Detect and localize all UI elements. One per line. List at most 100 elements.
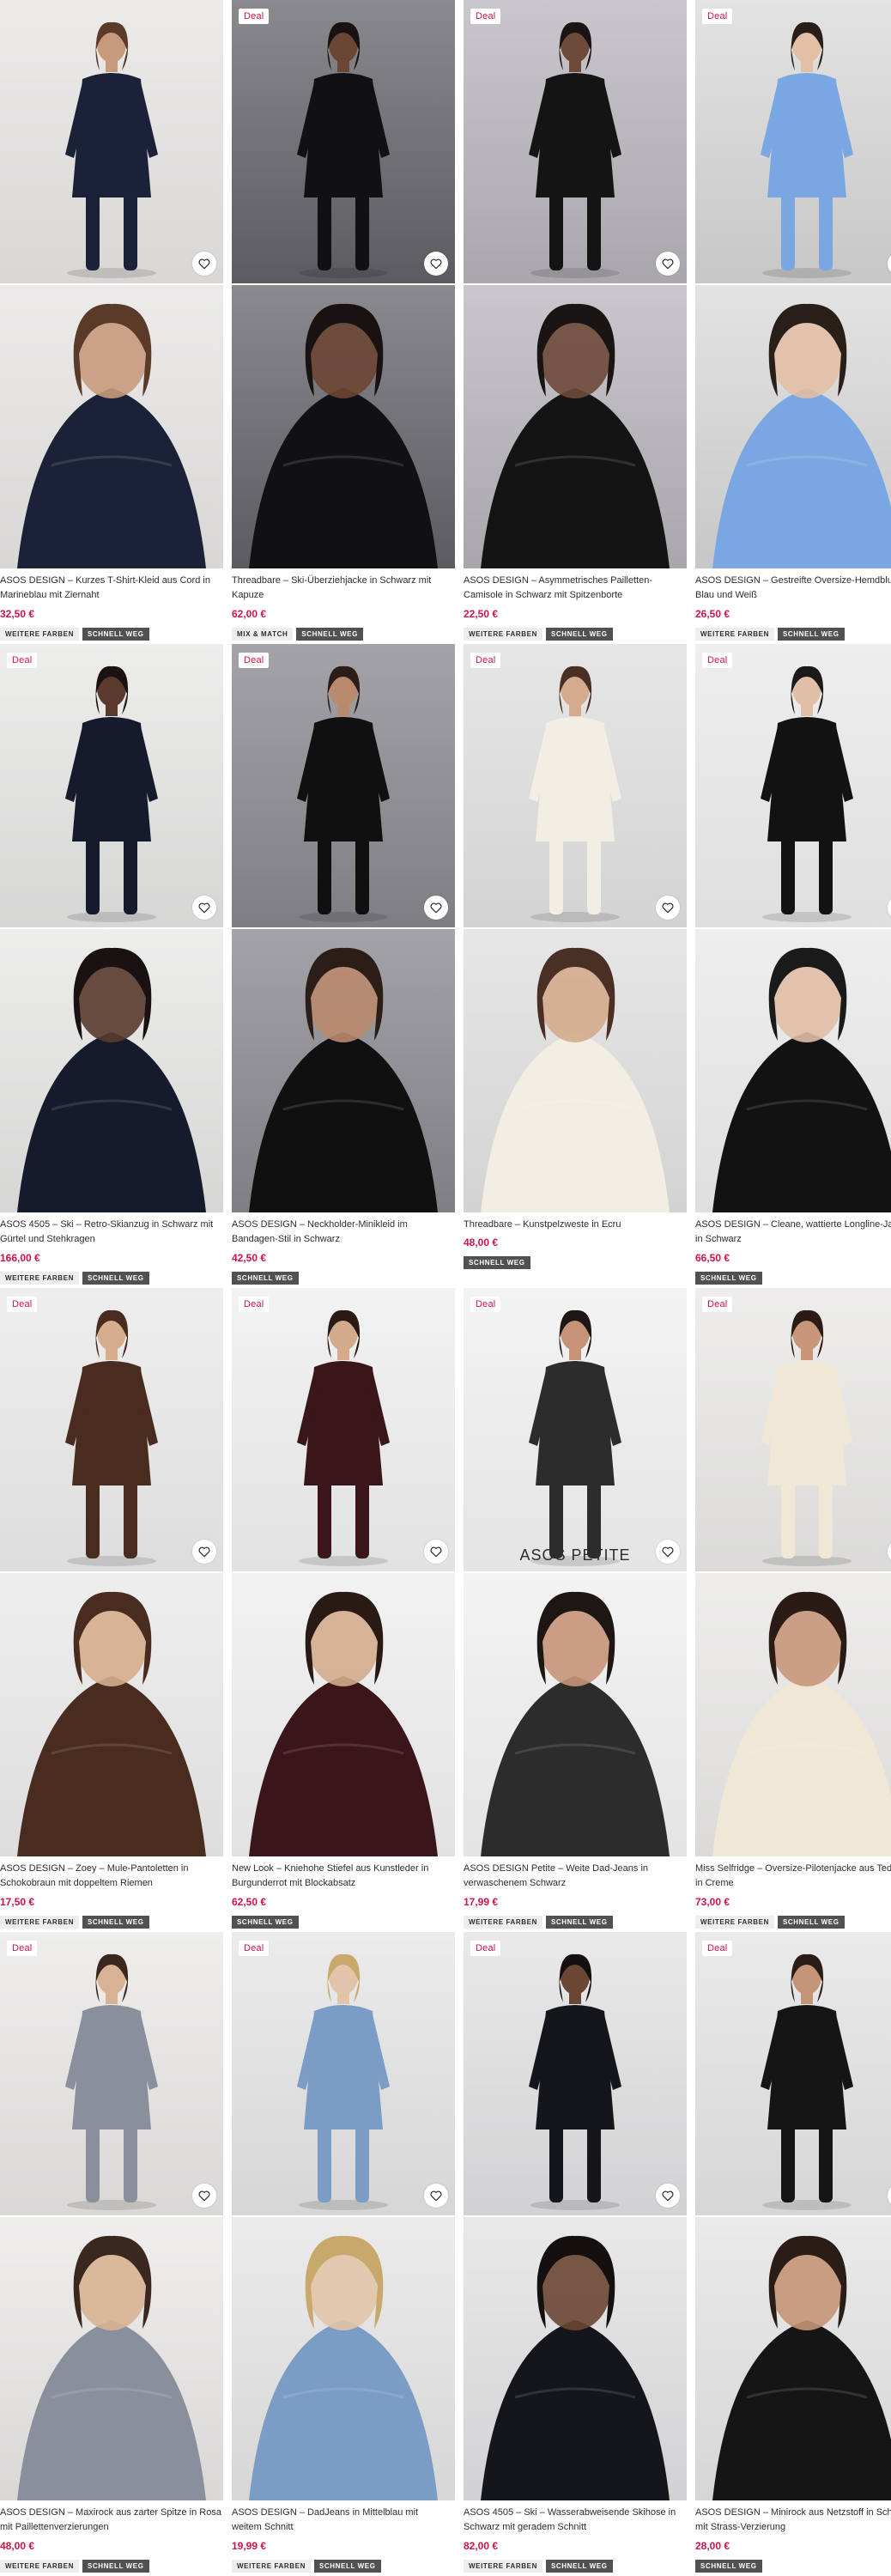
product-image-alternate[interactable] [0, 285, 223, 568]
product-image[interactable]: Deal [464, 644, 687, 927]
product-card[interactable]: Deal ASOS DESIGN – Maxirock aus zarter S… [0, 1932, 223, 2574]
product-image[interactable]: Deal [0, 1288, 223, 1571]
selling-fast-badge: SCHNELL WEG [545, 2560, 613, 2573]
product-title-line: verwaschenem Schwarz [464, 1878, 567, 1888]
product-price: 62,50 € [232, 1896, 267, 1908]
more-colours-badge: WEITERE FARBEN [0, 1272, 79, 1285]
product-title[interactable]: ASOS DESIGN – Kurzes T-Shirt-Kleid aus C… [0, 574, 223, 603]
product-title[interactable]: Threadbare – Kunstpelzweste in Ecru [464, 1218, 687, 1232]
product-title[interactable]: ASOS 4505 – Ski – Wasserabweisende Skiho… [464, 2506, 687, 2535]
product-title[interactable]: ASOS DESIGN – Minirock aus Netzstoff in … [695, 2506, 891, 2535]
deal-badge: Deal [470, 653, 501, 668]
product-card[interactable]: Deal ASOS DESIGN – Gestreifte Oversize-H… [695, 0, 891, 642]
product-title[interactable]: Threadbare – Ski-Überziehjacke in Schwar… [232, 574, 455, 603]
save-for-later-heart-icon[interactable] [656, 1540, 680, 1564]
product-image-alternate[interactable] [695, 2217, 891, 2500]
selling-fast-badge: SCHNELL WEG [695, 1272, 762, 1285]
product-card[interactable]: Deal Threadbare – Kunstpelzweste in Ecru… [464, 644, 687, 1286]
product-image-alternate[interactable] [0, 2217, 223, 2500]
product-card[interactable]: Deal ASOS PETITE ASOS DESIGN Petite – Wei… [464, 1288, 687, 1930]
product-image[interactable]: Deal [0, 644, 223, 927]
save-for-later-heart-icon[interactable] [424, 252, 448, 276]
product-image[interactable]: Deal [232, 1288, 455, 1571]
selling-fast-badge: SCHNELL WEG [545, 1916, 613, 1929]
product-card[interactable]: Deal ASOS DESIGN – DadJeans in Mittelbla… [232, 1932, 455, 2574]
product-price: 17,50 € [0, 1896, 35, 1908]
product-image[interactable]: Deal ASOS PETITE [464, 1288, 687, 1571]
product-price: 32,50 € [0, 608, 35, 620]
product-title[interactable]: ASOS 4505 – Ski – Retro-Skianzug in Schw… [0, 1218, 223, 1247]
product-title-line: ASOS 4505 – Ski – Retro-Skianzug in Schw… [0, 1219, 214, 1230]
product-title[interactable]: ASOS DESIGN – Maxirock aus zarter Spitze… [0, 2506, 223, 2535]
product-image[interactable]: Deal [695, 1932, 891, 2215]
product-card[interactable]: Deal ASOS DESIGN – Asymmetrisches Paille… [464, 0, 687, 642]
product-image[interactable]: Deal [0, 1932, 223, 2215]
save-for-later-heart-icon[interactable] [424, 896, 448, 920]
product-card[interactable]: Deal ASOS 4505 – Ski – Wasserabweisende … [464, 1932, 687, 2574]
product-title-line: Schwarz mit geradem Schnitt [464, 2522, 587, 2532]
product-image-alternate[interactable] [464, 929, 687, 1212]
save-for-later-heart-icon[interactable] [192, 896, 216, 920]
product-image-alternate[interactable] [0, 929, 223, 1212]
save-for-later-heart-icon[interactable] [656, 252, 680, 276]
product-image-alternate[interactable] [232, 929, 455, 1212]
product-card[interactable]: Deal ASOS DESIGN – Cleane, wattierte Lon… [695, 644, 891, 1286]
product-card[interactable]: Deal ASOS DESIGN – Neckholder-Minikleid … [232, 644, 455, 1286]
product-title[interactable]: ASOS DESIGN – Gestreifte Oversize-Hemdbl… [695, 574, 891, 603]
product-image-alternate[interactable] [0, 1573, 223, 1856]
product-title[interactable]: ASOS DESIGN Petite – Weite Dad-Jeans in v… [464, 1862, 687, 1891]
save-for-later-heart-icon[interactable] [192, 1540, 216, 1564]
product-title-line: mit Strass-Verzierung [695, 2522, 786, 2532]
save-for-later-heart-icon[interactable] [656, 2184, 680, 2208]
save-for-later-heart-icon[interactable] [192, 2184, 216, 2208]
product-image[interactable]: Deal [232, 1932, 455, 2215]
product-image-alternate[interactable] [695, 929, 891, 1212]
product-image[interactable]: Deal [695, 644, 891, 927]
product-badges: SCHNELL WEG [695, 1272, 762, 1285]
product-image[interactable]: Deal [464, 1932, 687, 2215]
product-badges: SCHNELL WEG [695, 2560, 762, 2573]
product-image-alternate[interactable] [232, 2217, 455, 2500]
product-image-alternate[interactable] [695, 1573, 891, 1856]
product-card[interactable]: Deal ASOS DESIGN – Minirock aus Netzstof… [695, 1932, 891, 2574]
product-card[interactable]: Deal Miss Selfridge – Oversize-Pilotenja… [695, 1288, 891, 1930]
product-title-line: Camisole in Schwarz mit Spitzenborte [464, 590, 623, 600]
product-title-line: ASOS DESIGN – Gestreifte Oversize-Hemdbl… [695, 575, 891, 586]
product-title-line: Schokobraun mit doppeltem Riemen [0, 1878, 153, 1888]
product-title[interactable]: ASOS DESIGN – Asymmetrisches Pailletten-… [464, 574, 687, 603]
deal-badge: Deal [702, 653, 733, 668]
save-for-later-heart-icon[interactable] [192, 252, 216, 276]
more-colours-badge: WEITERE FARBEN [695, 1916, 774, 1929]
product-card[interactable]: ASOS DESIGN – Kurzes T-Shirt-Kleid aus C… [0, 0, 223, 642]
product-image[interactable]: Deal [232, 644, 455, 927]
product-image[interactable]: Deal [695, 1288, 891, 1571]
deal-badge: Deal [7, 1941, 38, 1956]
product-card[interactable]: Deal ASOS 4505 – Ski – Retro-Skianzug in… [0, 644, 223, 1286]
product-card[interactable]: Deal Threadbare – Ski-Überziehjacke in S… [232, 0, 455, 642]
save-for-later-heart-icon[interactable] [656, 896, 680, 920]
product-image-alternate[interactable] [464, 2217, 687, 2500]
product-title[interactable]: ASOS DESIGN – Cleane, wattierte Longline… [695, 1218, 891, 1247]
product-image-alternate[interactable] [464, 285, 687, 568]
product-image[interactable]: Deal [695, 0, 891, 283]
product-image-alternate[interactable] [232, 1573, 455, 1856]
product-image[interactable]: Deal [232, 0, 455, 283]
product-title[interactable]: ASOS DESIGN – Zoey – Mule-Pantoletten in… [0, 1862, 223, 1891]
product-image[interactable]: Deal [464, 0, 687, 283]
save-for-later-heart-icon[interactable] [424, 2184, 448, 2208]
product-title[interactable]: ASOS DESIGN – DadJeans in Mittelblau mit… [232, 2506, 455, 2535]
product-image-alternate[interactable] [232, 285, 455, 568]
product-title-line: in Schwarz [695, 1234, 742, 1244]
product-card[interactable]: Deal New Look – Kniehohe Stiefel aus Kun… [232, 1288, 455, 1930]
selling-fast-badge: SCHNELL WEG [777, 1916, 845, 1929]
product-image[interactable] [0, 0, 223, 283]
save-for-later-heart-icon[interactable] [424, 1540, 448, 1564]
product-image-alternate[interactable] [695, 285, 891, 568]
product-card[interactable]: Deal ASOS DESIGN – Zoey – Mule-Pantolett… [0, 1288, 223, 1930]
product-title-line: weitem Schnitt [232, 2522, 294, 2532]
product-title[interactable]: ASOS DESIGN – Neckholder-Minikleid im Ban… [232, 1218, 455, 1247]
product-image-alternate[interactable] [464, 1573, 687, 1856]
product-title[interactable]: New Look – Kniehohe Stiefel aus Kunstled… [232, 1862, 455, 1891]
product-title[interactable]: Miss Selfridge – Oversize-Pilotenjacke a… [695, 1862, 891, 1891]
more-colours-badge: WEITERE FARBEN [464, 1916, 542, 1929]
